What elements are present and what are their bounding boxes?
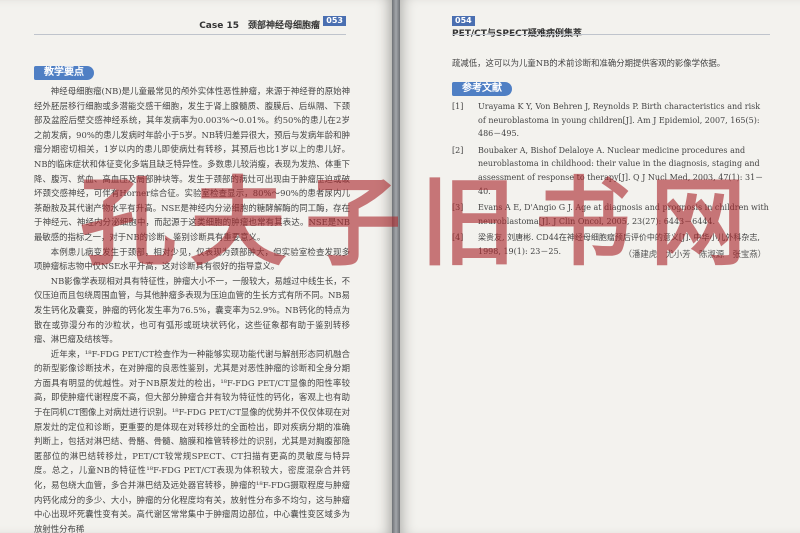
reference-text: Evans A E, D'Angio G J. Age at diagnosis… [478, 203, 769, 226]
right-header-rule [452, 34, 770, 35]
paragraph: 本例患儿病变发生于颈部，相对少见，仅表现为颈部肿大，但实验室检查发现多项肿瘤标志… [34, 246, 350, 272]
section-title-references: 参考文献 [452, 82, 512, 96]
reference-number: [4] [452, 233, 464, 243]
left-running-head: Case 15 颈部神经母细胞瘤 [199, 21, 320, 31]
reference-number: [3] [452, 203, 464, 213]
case-authors: （潘建虎 尤小芳 陈淑源 张宝燕） [623, 249, 766, 259]
reference-item: [2] Boubaker A, Bishof Delaloye A. Nucle… [452, 144, 770, 198]
reference-text: Urayama K Y, Von Behren J, Reynolds P. B… [478, 102, 761, 139]
left-page: Case 15 颈部神经母细胞瘤 053 教学要点 神经母细胞瘤(NB)是儿童最… [0, 0, 392, 533]
book-gutter [392, 0, 400, 533]
reference-list: [1] Urayama K Y, Von Behren J, Reynolds … [452, 100, 770, 262]
teaching-points-body: 神经母细胞瘤(NB)是儿童最常见的颅外实体性恶性肿瘤，来源于神经脊的原始神经外胚… [34, 84, 350, 533]
paragraph: NB影像学表现相对具有特征性，肿瘤大小不一，一般较大，易越过中线生长，不仅压迫而… [34, 275, 350, 345]
paragraph: 近年来，¹⁸F-FDG PET/CT检查作为一种能够实现功能代谢与解剖形态同机融… [34, 348, 350, 533]
section-title-teaching-points: 教学要点 [34, 66, 94, 80]
right-page-number: 054 [452, 16, 475, 26]
reference-number: [1] [452, 102, 464, 111]
left-page-number: 053 [323, 16, 346, 26]
paragraph: 神经母细胞瘤(NB)是儿童最常见的颅外实体性恶性肿瘤，来源于神经脊的原始神经外胚… [34, 86, 350, 242]
reference-item: [3] Evans A E, D'Angio G J. Age at diagn… [452, 201, 770, 228]
right-running-head: PET/CT与SPECT疑难病例集萃 [452, 29, 582, 39]
reference-number: [2] [452, 145, 464, 155]
continued-text: 疏减低，这可以为儿童NB的术前诊断和准确分期提供客观的影像学依据。 [452, 58, 726, 68]
reference-text: Boubaker A, Bishof Delaloye A. Nuclear m… [478, 145, 764, 196]
left-header-rule [34, 34, 346, 35]
right-page: 054 PET/CT与SPECT疑难病例集萃 疏减低，这可以为儿童NB的术前诊断… [400, 0, 800, 533]
reference-item: [1] Urayama K Y, Von Behren J, Reynolds … [452, 100, 770, 141]
book-spread: Case 15 颈部神经母细胞瘤 053 教学要点 神经母细胞瘤(NB)是儿童最… [0, 0, 800, 533]
